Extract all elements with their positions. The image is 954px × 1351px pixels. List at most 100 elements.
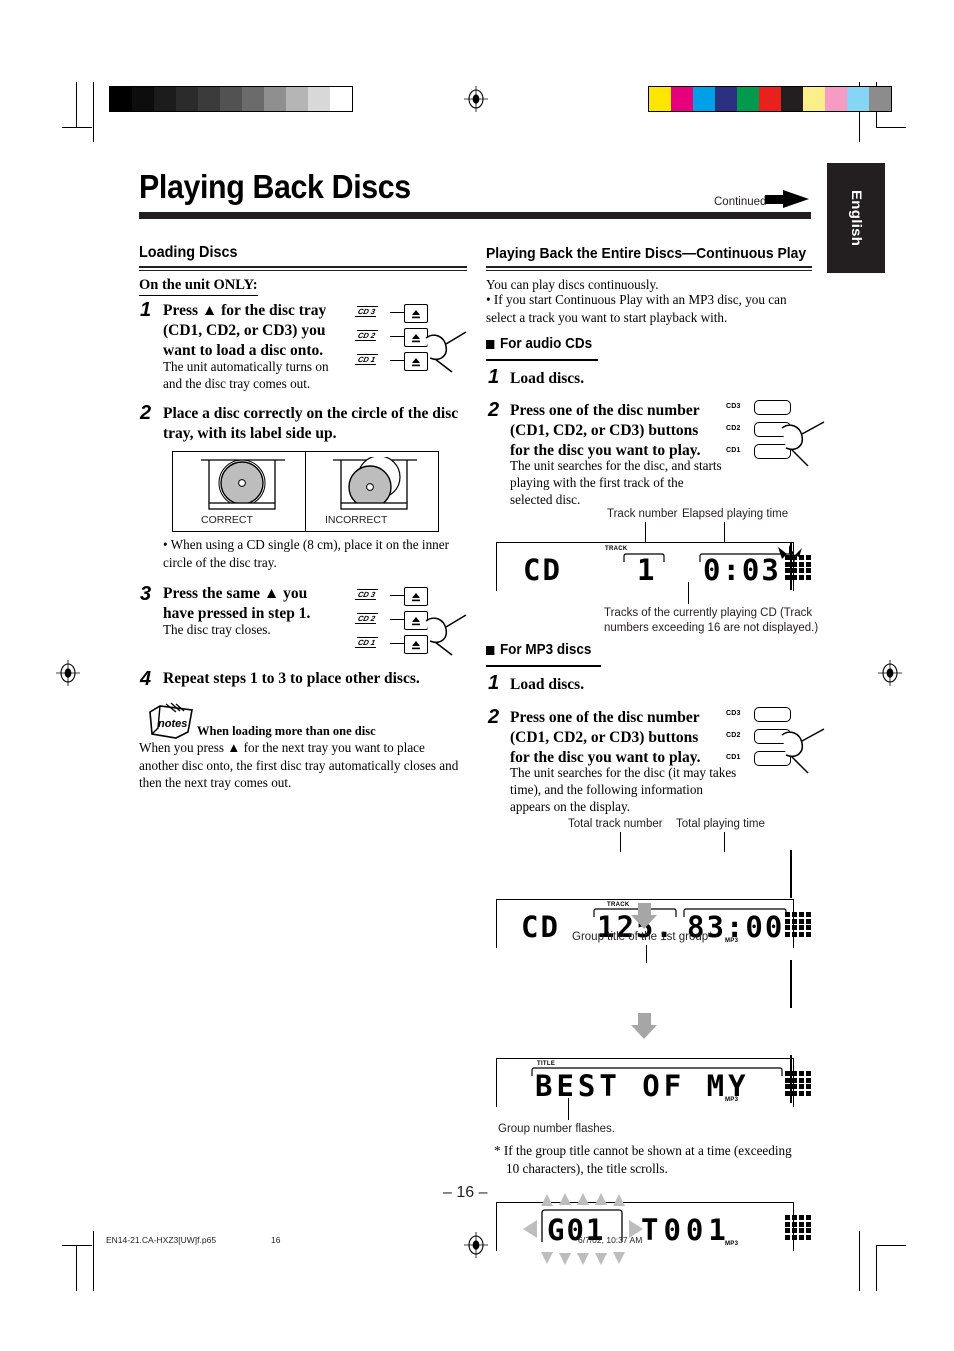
page-number: – 16 –: [443, 1184, 488, 1201]
cd3-label: CD3: [726, 710, 741, 717]
callout-matrix-text: Tracks of the currently playing CD (Trac…: [604, 607, 819, 634]
pointing-hand-icon: [425, 614, 467, 656]
footer-timestamp: 6/7/02, 10:37 AM: [578, 1235, 643, 1245]
lcd-mp3-title-right-edge: [790, 960, 792, 1008]
step-1-number: 1: [140, 299, 152, 321]
color-swatch: [693, 87, 715, 111]
notes-heading: When loading more than one disc: [197, 724, 376, 738]
incorrect-label: INCORRECT: [325, 514, 388, 526]
color-swatch: [759, 87, 781, 111]
disc-button-cd3-mp3[interactable]: [754, 707, 791, 722]
callout-track-number: Track number: [607, 508, 678, 520]
flow-arrow-1: [631, 903, 657, 929]
callout-elapsed-time: Elapsed playing time: [682, 508, 789, 520]
language-tab: English: [827, 163, 885, 273]
crop-mark-bottom-right-v: [876, 1245, 878, 1291]
callout-total-time: Total playing time: [676, 818, 765, 830]
registration-mark-left: [56, 660, 80, 686]
crop-mark-top-left-v2: [93, 82, 95, 142]
pointing-hand-icon: [425, 331, 467, 373]
mp3-step-1-number: 1: [488, 672, 500, 694]
lcd-audio-right-edge: [790, 542, 792, 590]
lcd-track-matrix: [785, 1071, 811, 1096]
eject-button-cd3-step3[interactable]: [404, 587, 428, 606]
step-2-bold-text: Place a disc correctly on the circle of …: [163, 405, 459, 442]
subhead-mp3-underline: [486, 665, 601, 667]
continued-arrow-icon: [765, 190, 809, 208]
mp3-step-2-bold: Press one of the disc number (CD1, CD2, …: [510, 709, 701, 766]
grayscale-swatch: [308, 87, 330, 111]
pointing-hand-icon: [781, 421, 825, 467]
grayscale-swatch: [154, 87, 176, 111]
lcd-track-matrix: [785, 1215, 811, 1240]
crop-mark-bottom-right-h: [876, 1245, 906, 1247]
disc-number-buttons-audio: CD3 CD2 CD1: [726, 398, 826, 468]
notes-icon: notes: [149, 702, 193, 739]
page-title: Playing Back Discs: [139, 168, 411, 205]
crop-mark-bottom-left-h: [62, 1245, 92, 1247]
color-swatch: [781, 87, 803, 111]
callout-total-tracks-line: [620, 832, 622, 852]
grayscale-calibration-strip: [109, 86, 353, 112]
cd3-label: CD3: [726, 403, 741, 410]
right-section-rule: [486, 266, 812, 271]
callout-group-title-line: [646, 945, 648, 963]
grayscale-swatch: [264, 87, 286, 111]
color-swatch: [847, 87, 869, 111]
subhead-for-audio-cds: For audio CDs: [486, 336, 592, 352]
registration-mark-right: [878, 660, 902, 686]
audio-step-2-number: 2: [488, 399, 500, 421]
step-1-body-text: The unit automatically turns on and the …: [163, 359, 329, 392]
audio-step-2-bold: Press one of the disc number (CD1, CD2, …: [510, 402, 701, 459]
lcd-track-tag: TRACK: [605, 546, 628, 552]
callout-total-time-line: [724, 832, 726, 852]
color-swatch: [715, 87, 737, 111]
callout-group-title: Group title of the 1st group*: [572, 931, 713, 943]
lcd-mp3-tag: MP3: [725, 1241, 739, 1247]
grayscale-swatch: [198, 87, 220, 111]
registration-mark-top: [464, 86, 488, 112]
crop-mark-bottom-left-v: [76, 1245, 78, 1291]
footer-folio: 16: [271, 1235, 281, 1245]
crop-mark-top-left-h: [62, 127, 92, 129]
color-swatch: [671, 87, 693, 111]
lcd-time-value: 0:03: [703, 553, 781, 587]
grayscale-swatch: [220, 87, 242, 111]
correct-label: CORRECT: [201, 514, 253, 526]
title-underline: [139, 212, 811, 219]
step-2-number: 2: [140, 402, 152, 424]
mp3-step-2-body: The unit searches for the disc (it may t…: [510, 765, 737, 815]
eject-button-cd3[interactable]: [404, 304, 428, 323]
lcd-mp3-total-right-edge: [790, 850, 792, 898]
mp3-step-1-bold: Load discs.: [510, 676, 585, 693]
lcd-track-value: 1: [637, 553, 657, 587]
correct-disc-illustration: [201, 459, 285, 510]
audio-step-1-number: 1: [488, 366, 500, 388]
lcd-display-mp3-group: G01 T001 MP3: [496, 1193, 811, 1265]
cd2-label: CD2: [726, 732, 741, 739]
color-calibration-strip: [648, 86, 892, 112]
subhead-for-mp3-discs-label: For MP3 discs: [499, 642, 592, 658]
tray-button-diagram-step1: CD 3 CD 2 CD 1: [352, 302, 470, 374]
lcd-mp3-tag: MP3: [725, 938, 739, 944]
footer-filename: EN14-21.CA-HXZ3[UW]f.p65: [106, 1235, 217, 1245]
disc-button-cd3[interactable]: [754, 400, 791, 415]
on-the-unit-only-label: On the unit ONLY:: [139, 277, 258, 296]
flow-arrow-2: [631, 1013, 657, 1039]
square-bullet-icon: [486, 645, 495, 655]
callout-time-line: [724, 522, 726, 544]
square-bullet-icon: [486, 339, 495, 349]
lcd-mp3-group-right-edge: [790, 1055, 792, 1103]
crop-mark-top-left-v: [76, 82, 78, 128]
registration-mark-bottom: [464, 1232, 488, 1258]
svg-text:notes: notes: [158, 718, 187, 730]
mp3-footnote: * If the group title cannot be shown at …: [494, 1143, 792, 1176]
pointing-hand-icon: [781, 728, 825, 774]
lcd-display-audio: TRACK CD 1 0:03: [496, 542, 811, 591]
grayscale-swatch: [286, 87, 308, 111]
step-3-body-text: The disc tray closes.: [163, 622, 271, 637]
left-section-heading: Loading Discs: [139, 244, 238, 261]
step-1-bold-text: Press ▲ for the disc tray (CD1, CD2, or …: [163, 302, 327, 359]
cd-single-note: • When using a CD single (8 cm), place i…: [163, 537, 450, 570]
subhead-for-mp3-discs: For MP3 discs: [486, 642, 591, 658]
